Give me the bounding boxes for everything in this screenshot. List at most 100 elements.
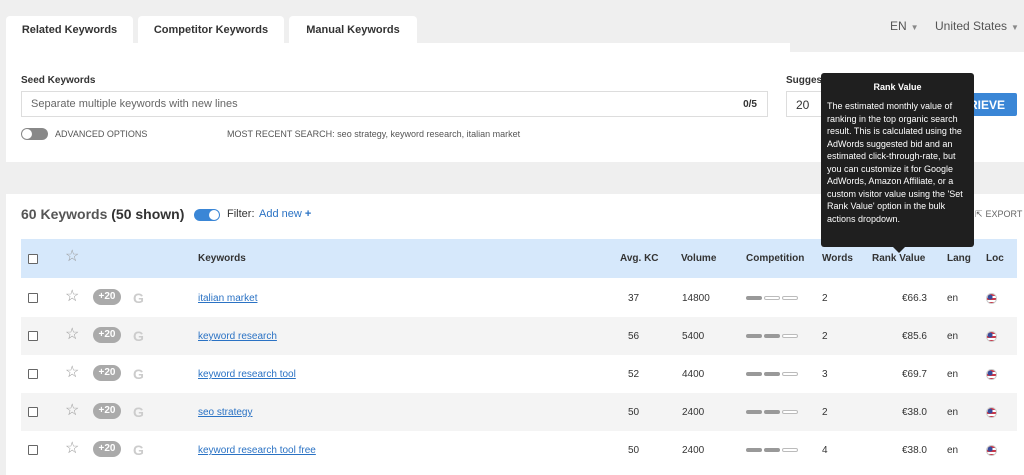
us-flag-icon xyxy=(986,445,997,456)
google-icon[interactable]: G xyxy=(133,366,144,382)
keyword-link[interactable]: keyword research tool xyxy=(198,369,296,380)
row-checkbox[interactable] xyxy=(28,293,38,303)
competition-bar-segment xyxy=(746,372,762,376)
rank-value: €69.7 xyxy=(901,369,927,380)
country-select[interactable]: United States ▼ xyxy=(935,19,1019,33)
google-icon[interactable]: G xyxy=(133,404,144,420)
col-loc[interactable]: Loc xyxy=(986,253,1004,264)
keyword-link[interactable]: keyword research xyxy=(198,331,277,342)
tab-manual-keywords[interactable]: Manual Keywords xyxy=(289,16,417,43)
advanced-options-toggle[interactable] xyxy=(21,128,48,140)
add-new-filter-link[interactable]: Add new + xyxy=(259,208,311,220)
competition-bar-segment xyxy=(782,448,798,452)
volume-value: 2400 xyxy=(682,407,705,418)
col-words[interactable]: Words xyxy=(822,253,853,264)
export-icon: ⇱ xyxy=(975,209,983,219)
row-checkbox[interactable] xyxy=(28,445,38,455)
competition-bar-segment xyxy=(746,410,762,414)
select-all-checkbox[interactable] xyxy=(28,254,38,264)
words-value: 2 xyxy=(822,293,828,304)
language-select[interactable]: EN ▼ xyxy=(890,19,919,33)
star-icon[interactable]: ☆ xyxy=(65,403,79,419)
competition-bar-segment xyxy=(782,334,798,338)
results-shown: (50 shown) xyxy=(111,206,185,222)
rank-value: €38.0 xyxy=(901,407,927,418)
volume-value: 5400 xyxy=(682,331,705,342)
lang-value: en xyxy=(947,407,959,418)
lang-value: en xyxy=(947,445,959,456)
export-label: EXPORT xyxy=(985,209,1023,219)
google-icon[interactable]: G xyxy=(133,328,144,344)
keyword-link[interactable]: keyword research tool free xyxy=(198,445,316,456)
competition-bar-segment xyxy=(782,372,798,376)
star-icon[interactable]: ☆ xyxy=(65,249,79,265)
avg-kc-value: 52 xyxy=(628,369,640,380)
competition-bar xyxy=(746,334,798,338)
table-row: ☆ +20 Gkeyword research 56 5400 2 €85.6 en xyxy=(21,317,1017,355)
advanced-options-label[interactable]: ADVANCED OPTIONS xyxy=(55,129,147,139)
star-icon[interactable]: ☆ xyxy=(65,441,79,457)
tab-competitor-keywords[interactable]: Competitor Keywords xyxy=(138,16,284,43)
seed-keywords-input[interactable]: Separate multiple keywords with new line… xyxy=(21,91,768,117)
results-total: 60 Keywords xyxy=(21,206,108,222)
tab-related-keywords[interactable]: Related Keywords xyxy=(6,16,133,43)
us-flag-icon xyxy=(986,407,997,418)
us-flag-icon xyxy=(986,331,997,342)
words-value: 2 xyxy=(822,331,828,342)
chevron-down-icon: ▼ xyxy=(1011,23,1019,32)
star-icon[interactable]: ☆ xyxy=(65,289,79,305)
table-row: ☆ +20 Gseo strategy 50 2400 2 €38.0 en xyxy=(21,393,1017,431)
col-lang[interactable]: Lang xyxy=(947,253,971,264)
language-value: EN xyxy=(890,19,907,33)
avg-kc-value: 50 xyxy=(628,407,640,418)
words-value: 2 xyxy=(822,407,828,418)
filter-toggle[interactable] xyxy=(194,209,220,221)
row-checkbox[interactable] xyxy=(28,331,38,341)
star-icon[interactable]: ☆ xyxy=(65,327,79,343)
rank-value: €38.0 xyxy=(901,445,927,456)
col-avg-kc[interactable]: Avg. KC xyxy=(620,253,659,264)
star-icon[interactable]: ☆ xyxy=(65,365,79,381)
competition-bar-segment xyxy=(764,296,780,300)
seed-keywords-label: Seed Keywords xyxy=(21,75,96,86)
country-value: United States xyxy=(935,19,1008,33)
row-checkbox[interactable] xyxy=(28,369,38,379)
seed-keywords-placeholder: Separate multiple keywords with new line… xyxy=(31,98,238,110)
keyword-link[interactable]: italian market xyxy=(198,293,257,304)
col-rank-value[interactable]: Rank Value xyxy=(872,253,925,264)
chevron-down-icon: ▼ xyxy=(910,23,919,32)
volume-value: 4400 xyxy=(682,369,705,380)
competition-bar-segment xyxy=(746,296,762,300)
filter-label: Filter: xyxy=(227,208,255,220)
keyword-link[interactable]: seo strategy xyxy=(198,407,252,418)
col-keywords[interactable]: Keywords xyxy=(198,253,246,264)
seed-keywords-count: 0/5 xyxy=(743,99,757,110)
tooltip-title: Rank Value xyxy=(873,82,922,92)
avg-kc-value: 56 xyxy=(628,331,640,342)
expand-badge[interactable]: +20 xyxy=(93,441,121,457)
expand-badge[interactable]: +20 xyxy=(93,365,121,381)
rank-value-tooltip: Rank Value The estimated monthly value o… xyxy=(821,73,974,253)
lang-value: en xyxy=(947,293,959,304)
us-flag-icon xyxy=(986,369,997,380)
google-icon[interactable]: G xyxy=(133,442,144,458)
table-row: ☆ +20 Gitalian market 37 14800 2 €66.3 en xyxy=(21,279,1017,317)
expand-badge[interactable]: +20 xyxy=(93,403,121,419)
competition-bar xyxy=(746,410,798,414)
competition-bar-segment xyxy=(764,372,780,376)
suggestions-input[interactable]: 20 xyxy=(786,91,826,117)
competition-bar-segment xyxy=(746,448,762,452)
competition-bar-segment xyxy=(782,296,798,300)
export-button[interactable]: ⇱ EXPORT xyxy=(975,209,1022,220)
expand-badge[interactable]: +20 xyxy=(93,327,121,343)
competition-bar xyxy=(746,296,798,300)
col-volume[interactable]: Volume xyxy=(681,253,716,264)
expand-badge[interactable]: +20 xyxy=(93,289,121,305)
words-value: 3 xyxy=(822,369,828,380)
competition-bar-segment xyxy=(746,334,762,338)
plus-icon: + xyxy=(304,208,312,220)
row-checkbox[interactable] xyxy=(28,407,38,417)
lang-value: en xyxy=(947,331,959,342)
col-competition[interactable]: Competition xyxy=(746,253,804,264)
google-icon[interactable]: G xyxy=(133,290,144,306)
